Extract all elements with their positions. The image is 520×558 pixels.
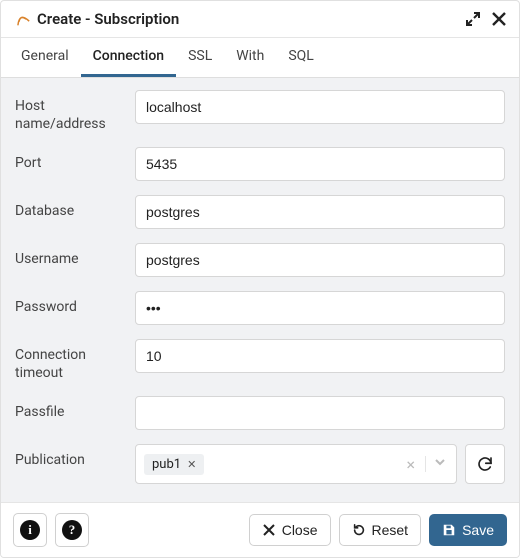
passfile-label: Passfile [15,396,135,422]
close-button-label: Close [282,522,318,538]
form-area: Host name/address Port Database Username… [1,78,519,502]
help-button[interactable]: ? [55,513,89,547]
clear-all-icon[interactable]: × [400,455,421,474]
tab-ssl[interactable]: SSL [176,38,224,77]
host-input[interactable] [135,90,505,124]
publication-label: Publication [15,444,135,470]
chip-remove-icon[interactable]: ✕ [187,458,196,471]
close-x-icon [262,523,276,537]
tab-general[interactable]: General [9,38,81,77]
timeout-label: Connection timeout [15,339,135,382]
tab-sql[interactable]: SQL [276,38,325,77]
save-button[interactable]: Save [429,514,507,546]
passfile-input[interactable] [135,396,505,430]
password-label: Password [15,291,135,317]
username-label: Username [15,243,135,269]
app-icon [10,7,33,30]
dialog-title: Create - Subscription [37,10,179,28]
timeout-input[interactable] [135,339,505,373]
info-icon: i [20,520,40,540]
publication-select[interactable]: pub1 ✕ × [135,444,457,484]
footer: i ? Close Reset Save [1,502,519,557]
help-icon: ? [62,520,82,540]
save-button-label: Save [462,522,494,538]
info-button[interactable]: i [13,513,47,547]
refresh-button[interactable] [465,444,505,484]
chevron-down-icon[interactable] [425,456,450,472]
publication-chip: pub1 ✕ [144,454,204,475]
tabs: General Connection SSL With SQL [1,38,519,78]
password-input[interactable] [135,291,505,325]
publication-chip-label: pub1 [152,457,181,472]
reset-button-label: Reset [372,522,409,538]
username-input[interactable] [135,243,505,277]
database-input[interactable] [135,195,505,229]
host-label: Host name/address [15,90,135,133]
reset-icon [352,523,366,537]
tab-with[interactable]: With [224,38,276,77]
port-input[interactable] [135,147,505,181]
titlebar: Create - Subscription [1,1,519,38]
close-button[interactable]: Close [249,514,331,546]
database-label: Database [15,195,135,221]
save-icon [442,523,456,537]
expand-icon[interactable] [465,11,481,27]
reset-button[interactable]: Reset [339,514,422,546]
port-label: Port [15,147,135,173]
dialog-window: Create - Subscription General Connection… [0,0,520,558]
tab-connection[interactable]: Connection [81,38,176,77]
close-icon[interactable] [491,11,507,27]
